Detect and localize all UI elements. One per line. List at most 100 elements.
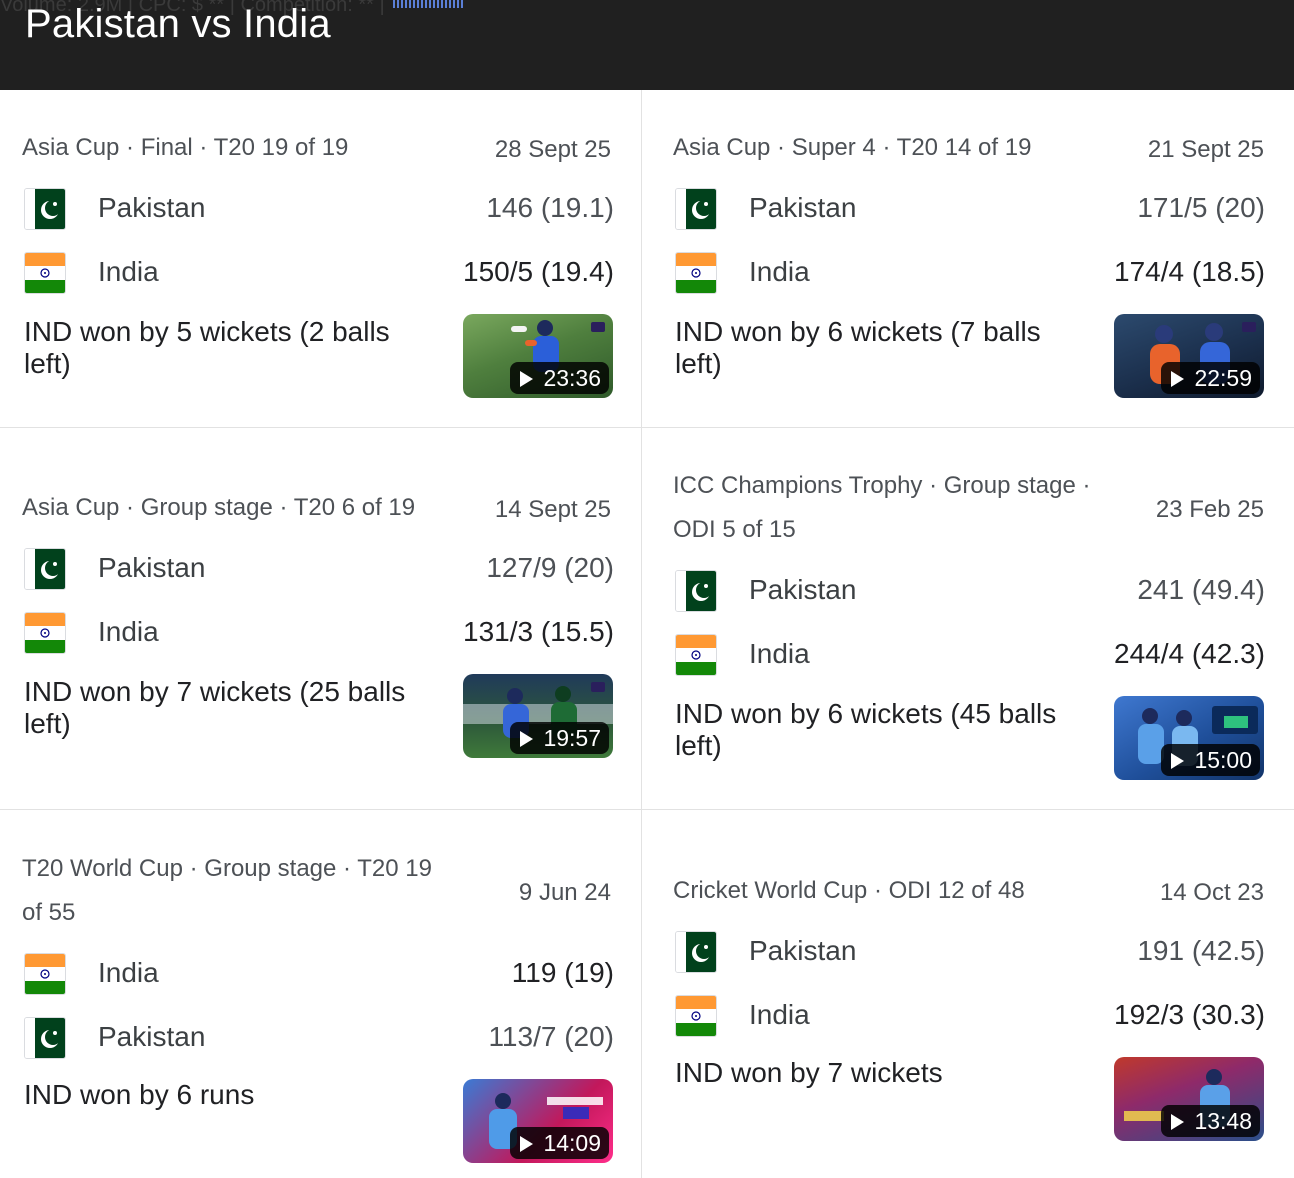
team-row: India 150/5 (19.4): [24, 250, 614, 294]
play-icon: [520, 1136, 534, 1152]
team-name: India: [749, 638, 810, 669]
team-score: 146 (19.1): [486, 192, 614, 223]
page-title: Pakistan vs India: [25, 2, 331, 46]
match-meta: Cricket World Cup · ODI 12 of 48: [673, 877, 1025, 904]
team-score: 241 (49.4): [1137, 574, 1265, 605]
india-flag-icon: [24, 612, 66, 654]
page-header: Volume: 2.9M | CPC: $ ** | Competition: …: [0, 0, 1294, 90]
team-row: Pakistan 113/7 (20): [24, 1015, 614, 1059]
team-name: Pakistan: [98, 1021, 206, 1052]
video-duration-badge: 13:48: [1161, 1105, 1260, 1137]
team-score: 131/3 (15.5): [463, 616, 614, 647]
match-card[interactable]: Cricket World Cup · ODI 12 of 48 14 Oct …: [651, 869, 1294, 1169]
india-flag-icon: [24, 953, 66, 995]
video-duration: 22:59: [1194, 365, 1252, 391]
india-flag-icon: [24, 252, 66, 294]
match-card[interactable]: Asia Cup · Super 4 · T20 14 of 19 21 Sep…: [651, 126, 1294, 416]
match-date: 14 Oct 23: [1159, 879, 1264, 906]
match-result: IND won by 6 wickets (7 balls left): [675, 316, 1041, 379]
play-icon: [520, 371, 534, 387]
team-row: Pakistan 127/9 (20): [24, 546, 614, 590]
video-duration: 19:57: [543, 725, 601, 751]
team-name: Pakistan: [749, 935, 857, 966]
video-duration-badge: 14:09: [510, 1127, 609, 1159]
highlights-video-thumbnail[interactable]: 15:00: [1114, 696, 1264, 780]
team-score: 174/4 (18.5): [1114, 256, 1265, 287]
header-seo-bar: [392, 0, 465, 8]
match-date: 23 Feb 25: [1155, 496, 1264, 523]
team-name: India: [749, 256, 810, 287]
highlights-video-thumbnail[interactable]: 22:59: [1114, 314, 1264, 398]
team-name: Pakistan: [749, 574, 857, 605]
match-card[interactable]: Asia Cup · Final · T20 19 of 19 28 Sept …: [0, 126, 641, 416]
match-card[interactable]: ICC Champions Trophy · Group stage · ODI…: [651, 464, 1294, 794]
team-name: Pakistan: [98, 552, 206, 583]
team-score: 119 (19): [511, 957, 614, 988]
play-icon: [1171, 371, 1185, 387]
match-result: IND won by 6 runs: [24, 1079, 255, 1110]
play-icon: [1171, 1114, 1185, 1130]
video-duration: 13:48: [1194, 1108, 1252, 1134]
pakistan-flag-icon: [24, 548, 66, 590]
match-card[interactable]: Asia Cup · Group stage · T20 6 of 19 14 …: [0, 486, 641, 786]
team-name: India: [98, 616, 159, 647]
match-meta: Asia Cup · Group stage · T20 6 of 19: [22, 494, 416, 521]
play-icon: [1171, 753, 1185, 769]
highlights-video-thumbnail[interactable]: 14:09: [463, 1079, 613, 1163]
match-meta: Asia Cup · Final · T20 19 of 19: [22, 134, 349, 161]
pakistan-flag-icon: [24, 188, 66, 230]
team-row: India 174/4 (18.5): [675, 250, 1265, 294]
video-duration: 15:00: [1194, 747, 1252, 773]
team-row: India 131/3 (15.5): [24, 610, 614, 654]
pakistan-flag-icon: [675, 188, 717, 230]
video-duration: 23:36: [543, 365, 601, 391]
column-divider: [641, 90, 642, 1178]
match-result: IND won by 5 wickets (2 balls left): [24, 316, 390, 379]
team-name: India: [98, 256, 159, 287]
row-divider: [0, 809, 641, 810]
highlights-video-thumbnail[interactable]: 19:57: [463, 674, 613, 758]
match-result: IND won by 7 wickets (25 balls left): [24, 676, 406, 739]
play-icon: [520, 731, 534, 747]
match-date: 9 Jun 24: [518, 879, 611, 906]
india-flag-icon: [675, 995, 717, 1037]
pakistan-flag-icon: [675, 570, 717, 612]
match-meta: Asia Cup · Super 4 · T20 14 of 19: [673, 134, 1032, 161]
team-row: Pakistan 241 (49.4): [675, 568, 1265, 612]
video-duration-badge: 15:00: [1161, 744, 1260, 776]
match-result: IND won by 6 wickets (45 balls left): [675, 698, 1057, 761]
video-duration-badge: 22:59: [1161, 362, 1260, 394]
highlights-video-thumbnail[interactable]: 13:48: [1114, 1057, 1264, 1141]
team-score: 244/4 (42.3): [1114, 638, 1265, 669]
team-row: India 244/4 (42.3): [675, 632, 1265, 676]
team-score: 171/5 (20): [1137, 192, 1265, 223]
pakistan-flag-icon: [24, 1017, 66, 1059]
match-date: 14 Sept 25: [494, 496, 611, 523]
highlights-video-thumbnail[interactable]: 23:36: [463, 314, 613, 398]
row-divider: [642, 809, 1294, 810]
video-duration: 14:09: [543, 1130, 601, 1156]
video-duration-badge: 23:36: [510, 362, 609, 394]
team-row: Pakistan 191 (42.5): [675, 929, 1265, 973]
team-score: 150/5 (19.4): [463, 256, 614, 287]
match-meta: T20 World Cup · Group stage · T20 19 of …: [22, 855, 432, 926]
team-row: Pakistan 171/5 (20): [675, 186, 1265, 230]
team-score: 113/7 (20): [488, 1021, 614, 1052]
row-divider: [0, 427, 641, 428]
match-date: 21 Sept 25: [1147, 136, 1264, 163]
team-row: Pakistan 146 (19.1): [24, 186, 614, 230]
team-name: Pakistan: [98, 192, 206, 223]
team-row: India 192/3 (30.3): [675, 993, 1265, 1037]
match-card[interactable]: T20 World Cup · Group stage · T20 19 of …: [0, 847, 641, 1167]
video-duration-badge: 19:57: [510, 722, 609, 754]
team-score: 191 (42.5): [1137, 935, 1265, 966]
india-flag-icon: [675, 252, 717, 294]
match-date: 28 Sept 25: [494, 136, 611, 163]
team-name: Pakistan: [749, 192, 857, 223]
team-score: 127/9 (20): [486, 552, 614, 583]
pakistan-flag-icon: [675, 931, 717, 973]
team-name: India: [749, 999, 810, 1030]
match-result: IND won by 7 wickets: [675, 1057, 943, 1088]
india-flag-icon: [675, 634, 717, 676]
team-row: India 119 (19): [24, 951, 614, 995]
